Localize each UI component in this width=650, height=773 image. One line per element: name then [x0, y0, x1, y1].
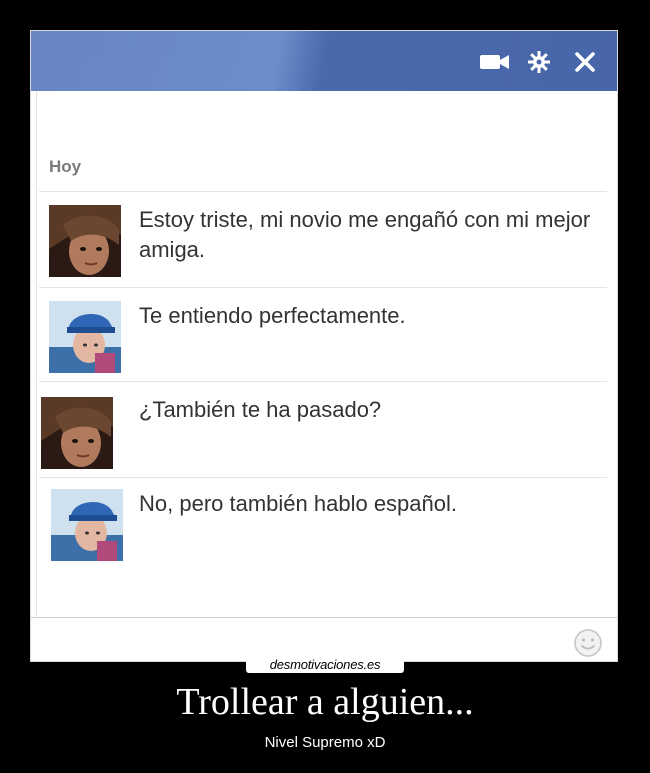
separator: [39, 477, 607, 478]
header-glare: [31, 31, 291, 91]
avatar-girl[interactable]: [49, 205, 121, 277]
chat-header: [31, 31, 617, 91]
avatar-boy[interactable]: [51, 489, 123, 561]
date-divider-label: Hoy: [49, 157, 82, 176]
site-watermark: desmotivaciones.es: [246, 656, 404, 673]
message-row: Te entiendo perfectamente.: [31, 299, 617, 381]
avatar-boy[interactable]: [49, 301, 121, 373]
demotivational-poster: Hoy Estoy triste, mi novio me engañó con…: [0, 0, 650, 773]
separator: [39, 381, 607, 382]
message-text: Te entiendo perfectamente.: [139, 303, 406, 328]
message-text: Estoy triste, mi novio me engañó con mi …: [139, 207, 591, 262]
message-text: ¿También te ha pasado?: [139, 397, 382, 422]
gear-icon[interactable]: [527, 51, 551, 73]
poster-subtitle: Nivel Supremo xD: [264, 734, 386, 751]
video-camera-icon[interactable]: [479, 51, 511, 73]
message-row: No, pero también hablo español.: [31, 487, 617, 577]
close-icon[interactable]: [573, 51, 597, 73]
message-text: No, pero también hablo español.: [139, 491, 457, 516]
message-row: ¿También te ha pasado?: [31, 393, 617, 477]
composer-divider: [31, 617, 617, 618]
poster-title: Trollear a alguien...: [176, 681, 474, 723]
separator: [39, 191, 607, 192]
avatar-girl[interactable]: [41, 397, 113, 469]
smiley-icon[interactable]: [573, 628, 603, 658]
separator: [39, 287, 607, 288]
message-row: Estoy triste, mi novio me engañó con mi …: [31, 203, 617, 287]
chat-window: Hoy Estoy triste, mi novio me engañó con…: [30, 30, 618, 662]
